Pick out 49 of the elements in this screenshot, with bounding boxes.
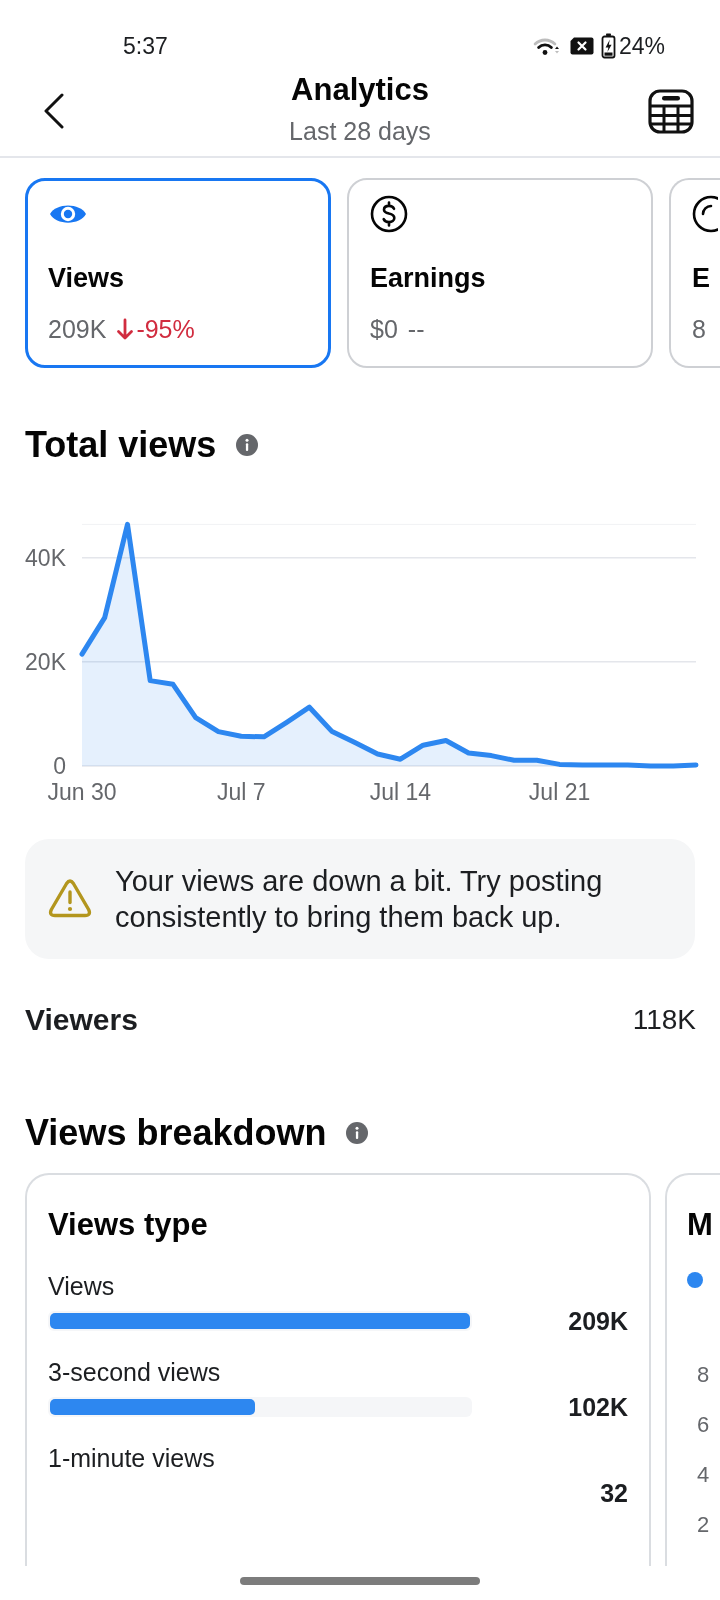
stat-label: Viewers — [25, 1002, 138, 1038]
bar-value: 209K — [568, 1306, 628, 1336]
sim-card-icon — [569, 37, 594, 55]
axis-label: Jun 30 — [47, 779, 117, 805]
metric-value: 8 — [692, 314, 706, 344]
dollar-icon — [370, 195, 408, 233]
bar-label: 1-minute views — [48, 1443, 216, 1473]
section-title: Total views — [25, 423, 217, 467]
axis-label: 6 — [697, 1411, 711, 1439]
axis-label: 0 — [53, 753, 66, 779]
bar-label: Views — [48, 1271, 116, 1301]
warning-icon — [48, 878, 92, 920]
bar-value: 102K — [568, 1392, 628, 1422]
metric-change: -95% — [136, 314, 195, 344]
back-icon[interactable] — [43, 93, 65, 129]
axis-label: 2 — [697, 1511, 711, 1539]
legend-dot-icon — [687, 1272, 703, 1288]
metric-label: E — [692, 262, 711, 295]
battery-percent: 24% — [618, 32, 665, 60]
battery-charging-icon — [600, 33, 616, 59]
page-title: Analytics — [291, 72, 429, 108]
metric-label: Earnings — [370, 262, 487, 295]
axis-label: 40K — [25, 544, 66, 571]
stat-value: 118K — [632, 1003, 696, 1037]
bar-value: 32 — [600, 1478, 628, 1508]
card-title: Views type — [48, 1206, 209, 1244]
metric-value: 209K — [48, 314, 107, 344]
axis-label: Jul 14 — [369, 779, 432, 805]
bar-label: 3-second views — [48, 1357, 222, 1387]
metric-card[interactable]: E 8 — [669, 178, 720, 368]
notice-text: Your views are down a bit. Try posting consistently to bring them back up. — [115, 864, 604, 935]
metric-label: Views — [48, 262, 126, 295]
axis-label: Jul 21 — [528, 779, 591, 805]
axis-label: 20K — [25, 648, 66, 675]
card-title: M — [687, 1206, 714, 1244]
status-time: 5:37 — [123, 32, 168, 60]
axis-label: 4 — [697, 1461, 711, 1489]
metric-card[interactable]: Views 209K -95% — [25, 178, 331, 368]
calendar-icon[interactable] — [648, 88, 694, 134]
axis-label: Jul 7 — [216, 779, 266, 805]
axis-label: 8 — [697, 1361, 711, 1389]
page-subtitle: Last 28 days — [289, 116, 431, 146]
metric-change: -- — [407, 314, 425, 344]
ring-icon — [692, 195, 718, 233]
metric-value: $0 — [370, 314, 398, 344]
section-title: Views breakdown — [25, 1111, 327, 1155]
info-icon[interactable] — [236, 434, 259, 456]
metric-card[interactable]: Earnings $0 -- — [347, 178, 653, 368]
info-icon[interactable] — [346, 1122, 369, 1144]
